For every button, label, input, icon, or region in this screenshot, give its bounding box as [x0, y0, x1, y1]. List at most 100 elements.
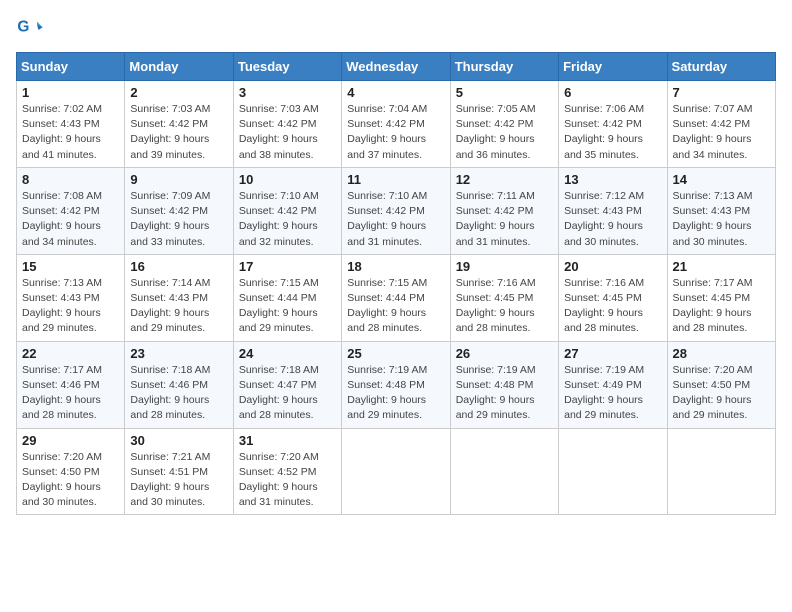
- daylight-label: Daylight: 9 hours and 30 minutes.: [673, 220, 752, 247]
- weekday-header-saturday: Saturday: [667, 53, 775, 81]
- sunrise-label: Sunrise: 7:20 AM: [239, 451, 319, 463]
- daylight-label: Daylight: 9 hours and 41 minutes.: [22, 133, 101, 160]
- daylight-label: Daylight: 9 hours and 29 minutes.: [564, 394, 643, 421]
- sunset-label: Sunset: 4:42 PM: [456, 205, 534, 217]
- sunrise-label: Sunrise: 7:06 AM: [564, 103, 644, 115]
- day-info: Sunrise: 7:17 AM Sunset: 4:45 PM Dayligh…: [673, 276, 770, 337]
- calendar: SundayMondayTuesdayWednesdayThursdayFrid…: [16, 52, 776, 515]
- day-number: 22: [22, 346, 119, 361]
- day-info: Sunrise: 7:19 AM Sunset: 4:48 PM Dayligh…: [347, 363, 444, 424]
- calendar-cell: 28 Sunrise: 7:20 AM Sunset: 4:50 PM Dayl…: [667, 341, 775, 428]
- calendar-cell: 1 Sunrise: 7:02 AM Sunset: 4:43 PM Dayli…: [17, 81, 125, 168]
- calendar-cell: 21 Sunrise: 7:17 AM Sunset: 4:45 PM Dayl…: [667, 254, 775, 341]
- calendar-cell: 13 Sunrise: 7:12 AM Sunset: 4:43 PM Dayl…: [559, 167, 667, 254]
- weekday-header-thursday: Thursday: [450, 53, 558, 81]
- daylight-label: Daylight: 9 hours and 31 minutes.: [347, 220, 426, 247]
- sunrise-label: Sunrise: 7:11 AM: [456, 190, 535, 202]
- day-info: Sunrise: 7:14 AM Sunset: 4:43 PM Dayligh…: [130, 276, 227, 337]
- sunrise-label: Sunrise: 7:19 AM: [347, 364, 427, 376]
- daylight-label: Daylight: 9 hours and 30 minutes.: [564, 220, 643, 247]
- sunset-label: Sunset: 4:44 PM: [347, 292, 425, 304]
- day-number: 3: [239, 85, 336, 100]
- daylight-label: Daylight: 9 hours and 29 minutes.: [673, 394, 752, 421]
- calendar-header-row: SundayMondayTuesdayWednesdayThursdayFrid…: [17, 53, 776, 81]
- day-number: 30: [130, 433, 227, 448]
- day-info: Sunrise: 7:21 AM Sunset: 4:51 PM Dayligh…: [130, 450, 227, 511]
- day-info: Sunrise: 7:18 AM Sunset: 4:47 PM Dayligh…: [239, 363, 336, 424]
- calendar-cell: 20 Sunrise: 7:16 AM Sunset: 4:45 PM Dayl…: [559, 254, 667, 341]
- day-info: Sunrise: 7:11 AM Sunset: 4:42 PM Dayligh…: [456, 189, 553, 250]
- day-info: Sunrise: 7:19 AM Sunset: 4:49 PM Dayligh…: [564, 363, 661, 424]
- daylight-label: Daylight: 9 hours and 30 minutes.: [130, 481, 209, 508]
- sunrise-label: Sunrise: 7:18 AM: [130, 364, 210, 376]
- day-number: 9: [130, 172, 227, 187]
- day-number: 11: [347, 172, 444, 187]
- sunset-label: Sunset: 4:50 PM: [673, 379, 751, 391]
- day-info: Sunrise: 7:20 AM Sunset: 4:50 PM Dayligh…: [673, 363, 770, 424]
- sunset-label: Sunset: 4:42 PM: [347, 118, 425, 130]
- day-info: Sunrise: 7:15 AM Sunset: 4:44 PM Dayligh…: [239, 276, 336, 337]
- day-number: 16: [130, 259, 227, 274]
- sunrise-label: Sunrise: 7:21 AM: [130, 451, 210, 463]
- sunrise-label: Sunrise: 7:19 AM: [456, 364, 536, 376]
- day-info: Sunrise: 7:05 AM Sunset: 4:42 PM Dayligh…: [456, 102, 553, 163]
- sunset-label: Sunset: 4:44 PM: [239, 292, 317, 304]
- day-number: 18: [347, 259, 444, 274]
- day-info: Sunrise: 7:04 AM Sunset: 4:42 PM Dayligh…: [347, 102, 444, 163]
- sunset-label: Sunset: 4:42 PM: [239, 205, 317, 217]
- day-number: 29: [22, 433, 119, 448]
- day-number: 12: [456, 172, 553, 187]
- day-info: Sunrise: 7:20 AM Sunset: 4:52 PM Dayligh…: [239, 450, 336, 511]
- daylight-label: Daylight: 9 hours and 28 minutes.: [347, 307, 426, 334]
- sunset-label: Sunset: 4:47 PM: [239, 379, 317, 391]
- day-number: 20: [564, 259, 661, 274]
- day-info: Sunrise: 7:13 AM Sunset: 4:43 PM Dayligh…: [22, 276, 119, 337]
- sunset-label: Sunset: 4:43 PM: [564, 205, 642, 217]
- daylight-label: Daylight: 9 hours and 29 minutes.: [22, 307, 101, 334]
- calendar-cell: 5 Sunrise: 7:05 AM Sunset: 4:42 PM Dayli…: [450, 81, 558, 168]
- calendar-cell: 12 Sunrise: 7:11 AM Sunset: 4:42 PM Dayl…: [450, 167, 558, 254]
- calendar-cell: 14 Sunrise: 7:13 AM Sunset: 4:43 PM Dayl…: [667, 167, 775, 254]
- page-header: G: [16, 16, 776, 44]
- day-info: Sunrise: 7:10 AM Sunset: 4:42 PM Dayligh…: [347, 189, 444, 250]
- calendar-cell: 19 Sunrise: 7:16 AM Sunset: 4:45 PM Dayl…: [450, 254, 558, 341]
- sunrise-label: Sunrise: 7:03 AM: [239, 103, 319, 115]
- day-info: Sunrise: 7:06 AM Sunset: 4:42 PM Dayligh…: [564, 102, 661, 163]
- sunrise-label: Sunrise: 7:08 AM: [22, 190, 102, 202]
- day-info: Sunrise: 7:15 AM Sunset: 4:44 PM Dayligh…: [347, 276, 444, 337]
- sunrise-label: Sunrise: 7:16 AM: [456, 277, 536, 289]
- daylight-label: Daylight: 9 hours and 28 minutes.: [456, 307, 535, 334]
- calendar-cell: 4 Sunrise: 7:04 AM Sunset: 4:42 PM Dayli…: [342, 81, 450, 168]
- weekday-header-tuesday: Tuesday: [233, 53, 341, 81]
- daylight-label: Daylight: 9 hours and 30 minutes.: [22, 481, 101, 508]
- daylight-label: Daylight: 9 hours and 28 minutes.: [130, 394, 209, 421]
- day-number: 31: [239, 433, 336, 448]
- daylight-label: Daylight: 9 hours and 38 minutes.: [239, 133, 318, 160]
- sunset-label: Sunset: 4:42 PM: [673, 118, 751, 130]
- weekday-header-friday: Friday: [559, 53, 667, 81]
- sunset-label: Sunset: 4:43 PM: [673, 205, 751, 217]
- calendar-cell: 24 Sunrise: 7:18 AM Sunset: 4:47 PM Dayl…: [233, 341, 341, 428]
- daylight-label: Daylight: 9 hours and 29 minutes.: [456, 394, 535, 421]
- day-info: Sunrise: 7:08 AM Sunset: 4:42 PM Dayligh…: [22, 189, 119, 250]
- daylight-label: Daylight: 9 hours and 33 minutes.: [130, 220, 209, 247]
- calendar-cell: 16 Sunrise: 7:14 AM Sunset: 4:43 PM Dayl…: [125, 254, 233, 341]
- daylight-label: Daylight: 9 hours and 34 minutes.: [673, 133, 752, 160]
- daylight-label: Daylight: 9 hours and 28 minutes.: [22, 394, 101, 421]
- calendar-week-4: 22 Sunrise: 7:17 AM Sunset: 4:46 PM Dayl…: [17, 341, 776, 428]
- daylight-label: Daylight: 9 hours and 28 minutes.: [564, 307, 643, 334]
- day-number: 17: [239, 259, 336, 274]
- day-number: 7: [673, 85, 770, 100]
- sunset-label: Sunset: 4:48 PM: [456, 379, 534, 391]
- calendar-cell: 2 Sunrise: 7:03 AM Sunset: 4:42 PM Dayli…: [125, 81, 233, 168]
- sunrise-label: Sunrise: 7:15 AM: [347, 277, 427, 289]
- calendar-cell: 27 Sunrise: 7:19 AM Sunset: 4:49 PM Dayl…: [559, 341, 667, 428]
- sunrise-label: Sunrise: 7:17 AM: [22, 364, 102, 376]
- sunrise-label: Sunrise: 7:13 AM: [22, 277, 102, 289]
- svg-text:G: G: [17, 18, 29, 35]
- sunrise-label: Sunrise: 7:10 AM: [239, 190, 319, 202]
- day-number: 25: [347, 346, 444, 361]
- sunrise-label: Sunrise: 7:04 AM: [347, 103, 427, 115]
- calendar-cell: 15 Sunrise: 7:13 AM Sunset: 4:43 PM Dayl…: [17, 254, 125, 341]
- day-number: 8: [22, 172, 119, 187]
